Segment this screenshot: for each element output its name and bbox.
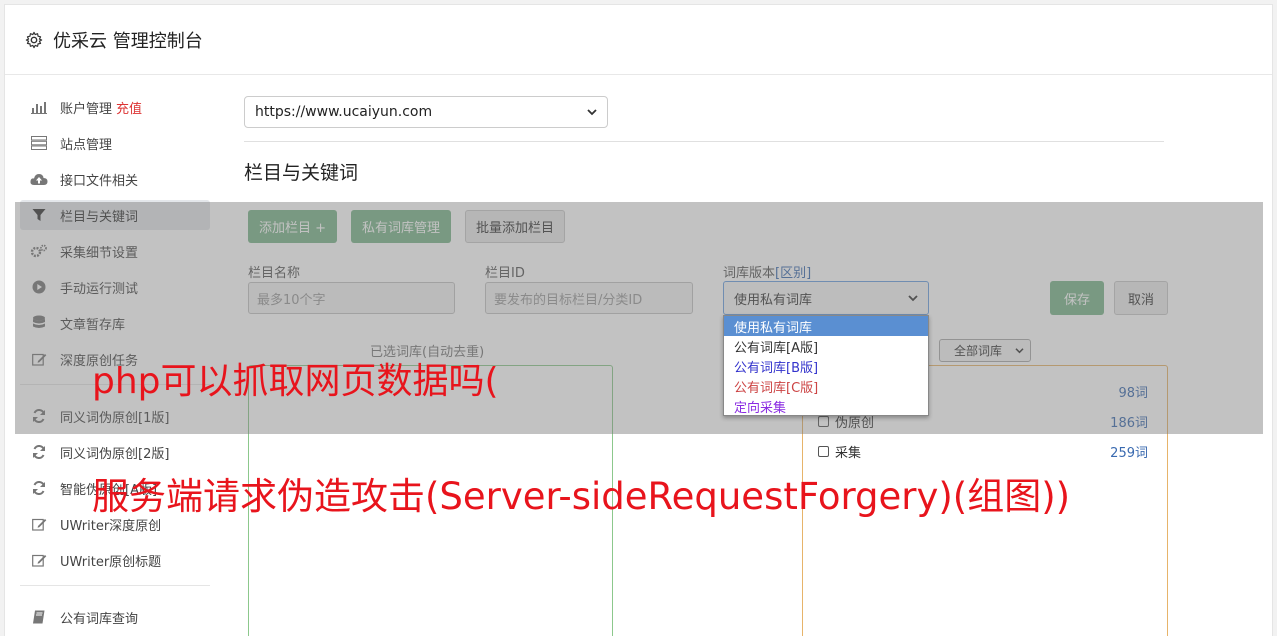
site-select[interactable]: https://www.ucaiyun.com <box>244 96 608 128</box>
lib-checkbox[interactable] <box>818 445 829 457</box>
sidebar-item-account[interactable]: 账户管理 充值 <box>20 92 210 122</box>
version-option[interactable]: 使用私有词库 <box>724 316 928 336</box>
edit-icon <box>30 552 48 568</box>
sidebar-item-label: UWriter原创标题 <box>60 554 162 570</box>
site-select-value: https://www.ucaiyun.com <box>255 104 433 120</box>
chevron-down-icon <box>587 109 597 116</box>
edit-icon <box>30 516 48 532</box>
sidebar-item-label: 账户管理 <box>60 101 113 117</box>
sidebar-item-synonym-v2[interactable]: 同义词伪原创[2版] <box>20 437 210 467</box>
sidebar-divider <box>20 585 210 586</box>
divider <box>244 141 1164 142</box>
bar-chart-icon <box>30 99 48 115</box>
version-dropdown: 使用私有词库 公有词库[A版] 公有词库[B版] 公有词库[C版] 定向采集 <box>723 315 929 416</box>
top-bar: 优采云 管理控制台 <box>5 5 1272 75</box>
overlay-text-line1: php可以抓取网页数据吗( <box>92 361 499 402</box>
version-option[interactable]: 定向采集 <box>724 396 928 416</box>
sidebar-item-label: 公有词库查询 <box>60 611 139 627</box>
version-option[interactable]: 公有词库[A版] <box>724 336 928 356</box>
server-icon <box>30 135 48 151</box>
version-option[interactable]: 公有词库[B版] <box>724 356 928 376</box>
sidebar-item-uwriter-title[interactable]: UWriter原创标题 <box>20 545 210 575</box>
lib-name: 采集 <box>835 445 862 461</box>
section-title: 栏目与关键词 <box>244 162 359 184</box>
sidebar-item-interface[interactable]: 接口文件相关 <box>20 164 210 194</box>
overlay-text-line2: 服务端请求伪造攻击(Server-sideRequestForgery)(组图)… <box>92 475 1071 518</box>
version-option[interactable]: 公有词库[C版] <box>724 376 928 396</box>
lib-row[interactable]: 采集 259词 <box>818 441 1148 461</box>
sidebar-item-label: 站点管理 <box>60 137 113 153</box>
gear-icon <box>25 31 43 48</box>
sidebar-item-sites[interactable]: 站点管理 <box>20 128 210 158</box>
recharge-link[interactable]: 充值 <box>116 98 142 117</box>
sidebar-item-public-lib[interactable]: 公有词库查询 <box>20 602 210 632</box>
cloud-upload-icon <box>30 171 48 187</box>
book-icon <box>30 609 48 625</box>
main-content: https://www.ucaiyun.com 栏目与关键词 <box>244 96 1164 185</box>
sidebar-item-label: 同义词伪原创[2版] <box>60 446 170 462</box>
page-title: 优采云 管理控制台 <box>53 30 203 52</box>
lib-name-wrap: 采集 <box>818 442 861 461</box>
lib-count: 259词 <box>1110 445 1148 461</box>
refresh-icon <box>30 480 48 496</box>
sidebar-item-label: 接口文件相关 <box>60 173 139 189</box>
refresh-icon <box>30 444 48 460</box>
